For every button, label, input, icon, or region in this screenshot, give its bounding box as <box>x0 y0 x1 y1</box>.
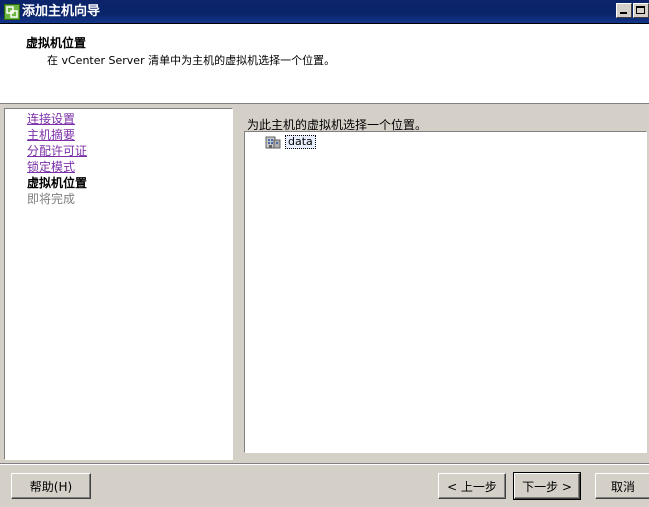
back-button[interactable]: < 上一步 <box>438 473 506 499</box>
step-assign-license[interactable]: 分配许可证 <box>27 143 87 159</box>
datacenter-icon <box>265 136 281 149</box>
minimize-icon <box>620 12 627 14</box>
help-button[interactable]: 帮助(H) <box>11 473 91 499</box>
wizard-steps-panel: 连接设置 主机摘要 分配许可证 锁定模式 虚拟机位置 即将完成 <box>4 108 233 460</box>
inventory-tree[interactable]: data <box>244 131 647 453</box>
vsphere-icon <box>4 4 20 20</box>
maximize-icon <box>636 6 645 14</box>
wizard-header: 虚拟机位置 在 vCenter Server 清单中为主机的虚拟机选择一个位置。 <box>0 24 649 104</box>
title-bar[interactable]: 添加主机向导 <box>0 0 649 24</box>
step-host-summary[interactable]: 主机摘要 <box>27 127 75 143</box>
page-subtitle: 在 vCenter Server 清单中为主机的虚拟机选择一个位置。 <box>47 54 336 67</box>
step-lockdown-mode[interactable]: 锁定模式 <box>27 159 75 175</box>
minimize-button[interactable] <box>616 3 632 18</box>
window-title: 添加主机向导 <box>22 4 101 19</box>
tree-node-data[interactable]: data <box>265 135 316 149</box>
step-ready-to-complete: 即将完成 <box>27 192 76 206</box>
next-button[interactable]: 下一步 > <box>513 472 581 500</box>
tree-node-label[interactable]: data <box>285 135 316 149</box>
step-vm-location: 虚拟机位置 <box>27 176 88 190</box>
maximize-button[interactable] <box>633 3 649 18</box>
cancel-button[interactable]: 取消 <box>595 473 649 499</box>
footer-divider <box>0 463 649 465</box>
page-title: 虚拟机位置 <box>26 36 87 50</box>
step-connection-settings[interactable]: 连接设置 <box>27 111 75 127</box>
